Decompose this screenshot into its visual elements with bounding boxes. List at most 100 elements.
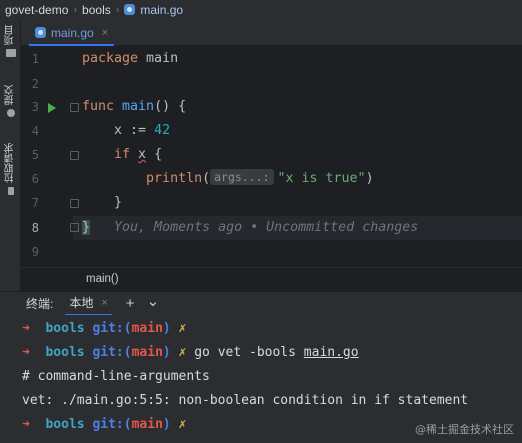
code-line-5: if x {: [82, 143, 162, 167]
tool-pull-requests-label: 拉取请求: [5, 143, 16, 183]
punctuation: {: [146, 147, 163, 162]
terminal-title: 终端:: [26, 297, 54, 311]
code-line-7: }: [82, 191, 122, 215]
close-icon[interactable]: ×: [101, 297, 107, 309]
prompt-dir: bools: [45, 417, 85, 432]
error-squiggle-variable[interactable]: x: [138, 147, 146, 162]
gutter: 1 2 3 4 5 6 7 8 9: [21, 46, 79, 267]
parameter-hint: args...:: [210, 169, 274, 185]
pull-request-icon: [7, 187, 14, 195]
terminal-line: ➜ bools git:(main) ✗ go vet -bools main.…: [22, 341, 359, 365]
tool-project-label: 项目: [5, 25, 16, 45]
tool-project[interactable]: 项目: [0, 25, 21, 57]
prompt-dir: bools: [45, 321, 85, 336]
fold-icon[interactable]: [70, 199, 79, 208]
prompt-git: git:(: [84, 417, 132, 432]
chevron-right-icon: ›: [73, 3, 78, 16]
go-file-icon: [35, 27, 46, 38]
string-literal: "x is true": [277, 171, 366, 186]
fold-icon[interactable]: [70, 223, 79, 232]
prompt-git-close: ): [162, 321, 171, 336]
terminal-output[interactable]: ➜ bools git:(main) ✗ ➜ bools git:(main) …: [0, 315, 522, 443]
line-number: 4: [31, 124, 39, 138]
line-number: 8: [31, 221, 39, 235]
terminal-line: # command-line-arguments: [22, 369, 210, 384]
code-line-4: x := 42: [82, 119, 170, 143]
keyword: package: [82, 51, 139, 66]
left-tool-strip: 项目 提交 拉取请求: [0, 19, 21, 291]
close-icon[interactable]: ×: [102, 27, 108, 39]
terminal-line: ➜ bools git:(main) ✗: [22, 413, 186, 437]
prompt-branch: main: [131, 417, 163, 432]
tab-main-go[interactable]: main.go ×: [29, 21, 115, 46]
fold-icon[interactable]: [70, 151, 79, 160]
line-number: 1: [31, 52, 39, 66]
prompt-git-close: ): [162, 345, 171, 360]
code-line-3: func main() {: [82, 95, 186, 119]
breadcrumb-file[interactable]: main.go: [124, 3, 183, 17]
code-line-8: } You, Moments ago • Uncommitted changes: [82, 216, 418, 240]
builtin-function: println: [146, 171, 203, 186]
terminal-tab-local[interactable]: 本地 ×: [65, 292, 112, 316]
number-literal: 42: [154, 123, 171, 138]
identifier: main: [138, 51, 179, 66]
statement: x :=: [82, 123, 155, 138]
tool-commit[interactable]: 提交: [0, 85, 21, 117]
chevron-right-icon: ›: [115, 3, 120, 16]
line-number: 9: [31, 245, 39, 259]
keyword: if: [82, 147, 139, 162]
folder-icon: [5, 49, 16, 57]
code-line-6: println(args...: "x is true"): [82, 167, 374, 191]
dirty-mark: ✗: [170, 321, 187, 336]
punctuation: (: [202, 171, 211, 186]
line-number: 7: [31, 196, 39, 210]
terminal-header: 终端: 本地 × + ⌄: [0, 291, 522, 316]
breadcrumb: govet-demo › bools › main.go: [0, 0, 522, 19]
tab-label: main.go: [51, 25, 94, 40]
scope-breadcrumb[interactable]: main(): [21, 267, 522, 291]
breadcrumb-file-label: main.go: [140, 2, 184, 17]
prompt-dir: bools: [45, 345, 85, 360]
tool-commit-label: 提交: [5, 85, 16, 105]
chevron-down-icon[interactable]: ⌄: [147, 292, 160, 310]
editor-tab-bar: main.go ×: [21, 19, 522, 46]
line-number: 2: [31, 77, 39, 91]
terminal-line: vet: ./main.go:5:5: non-boolean conditio…: [22, 393, 469, 408]
terminal-tab-label: 本地: [69, 296, 94, 310]
go-file-icon: [124, 4, 136, 15]
keyword: func: [82, 99, 115, 114]
breadcrumb-project[interactable]: govet-demo: [5, 3, 68, 17]
code-content[interactable]: package main func main() { x := 42 if x …: [82, 46, 522, 267]
command: go vet -bools: [186, 345, 304, 360]
line-number: 6: [31, 172, 39, 186]
code-editor[interactable]: 1 2 3 4 5 6 7 8 9 package main func main…: [21, 46, 522, 267]
tool-pull-requests[interactable]: 拉取请求: [0, 143, 21, 195]
dirty-mark: ✗: [170, 345, 187, 360]
scope-label: main(): [86, 273, 119, 285]
watermark: @稀土掘金技术社区: [415, 423, 514, 436]
punctuation: ): [365, 171, 374, 186]
commit-icon: [6, 109, 15, 117]
prompt-branch: main: [131, 321, 163, 336]
punctuation: }: [82, 195, 123, 210]
fold-icon[interactable]: [70, 103, 79, 112]
punctuation: () {: [154, 99, 187, 114]
code-line-1: package main: [82, 47, 178, 71]
matched-brace: }: [82, 220, 91, 235]
prompt-git: git:(: [84, 321, 132, 336]
prompt-arrow: ➜: [22, 321, 30, 336]
inline-blame: You, Moments ago • Uncommitted changes: [90, 220, 419, 235]
prompt-arrow: ➜: [22, 345, 30, 360]
line-number: 3: [31, 100, 39, 114]
run-icon[interactable]: [48, 103, 56, 113]
line-number: 5: [31, 148, 39, 162]
file-link[interactable]: main.go: [304, 345, 359, 360]
terminal-line: ➜ bools git:(main) ✗: [22, 317, 186, 341]
prompt-git-close: ): [162, 417, 171, 432]
add-terminal-button[interactable]: +: [126, 295, 135, 312]
dirty-mark: ✗: [170, 417, 187, 432]
breadcrumb-folder[interactable]: bools: [82, 3, 111, 17]
function-name: main: [114, 99, 155, 114]
prompt-branch: main: [131, 345, 163, 360]
